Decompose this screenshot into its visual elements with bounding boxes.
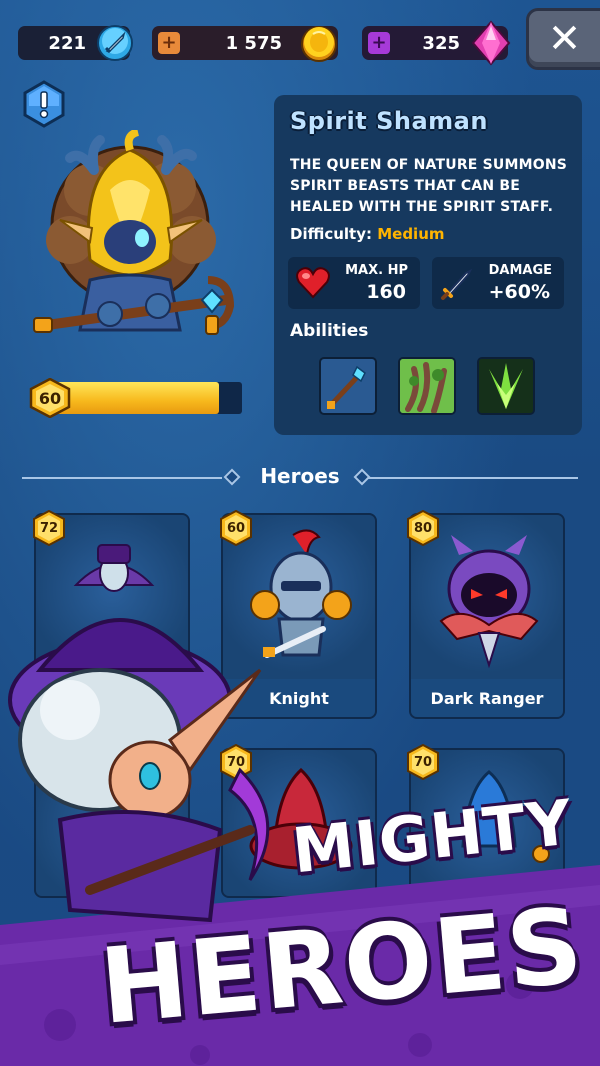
heroes-title: Heroes: [260, 464, 340, 488]
spirit-shaman-portrait: [33, 130, 235, 335]
abilities-label: Abilities: [290, 321, 369, 341]
gold-value: 1 575: [225, 32, 282, 54]
difficulty-value: Medium: [377, 225, 445, 243]
xp-progress-bar: 60: [28, 377, 242, 419]
card-level: 70: [413, 754, 433, 770]
heart-icon: [296, 267, 330, 299]
card-level: 60: [226, 520, 246, 536]
hero-description: The queen of nature summons spirit beast…: [290, 157, 568, 215]
vine-roots-icon: [400, 359, 454, 413]
ability-vine-roots[interactable]: [398, 357, 456, 415]
hero-detail-panel: Spirit Shaman The queen of nature summon…: [274, 95, 582, 435]
stat-value: 160: [366, 281, 406, 303]
close-icon: ✕: [547, 16, 582, 62]
hero-name: Spirit Shaman: [290, 107, 488, 135]
add-gold-button[interactable]: +: [158, 32, 180, 54]
gold-counter[interactable]: + 1 575: [152, 26, 338, 62]
card-level-badge: 60: [219, 509, 253, 547]
level-badge: 60: [28, 377, 72, 419]
ability-spirit-staff[interactable]: [319, 357, 377, 415]
stat-damage: DAMAGE +60%: [432, 257, 564, 309]
close-button[interactable]: ✕: [526, 8, 600, 70]
diamond-icon: [471, 20, 511, 66]
add-premium-button[interactable]: +: [368, 32, 390, 54]
spirit-staff-icon: [327, 365, 366, 409]
divider: [368, 477, 578, 479]
sword-gem-icon: [97, 25, 133, 61]
gems-value: 221: [48, 32, 86, 54]
premium-value: 325: [422, 32, 460, 54]
stat-label: MAX. HP: [345, 263, 408, 278]
coin-icon: [301, 26, 337, 62]
hero-level: 60: [38, 388, 62, 408]
card-level-badge: 72: [32, 509, 66, 547]
difficulty-label: Difficulty:: [290, 225, 372, 243]
ability-spirit-burst[interactable]: [477, 357, 535, 415]
info-icon[interactable]: [22, 80, 66, 128]
xp-fill: [50, 382, 219, 414]
card-level-badge: 70: [406, 743, 440, 781]
stat-label: DAMAGE: [488, 263, 552, 278]
stat-value: +60%: [488, 281, 550, 303]
card-level: 80: [413, 520, 433, 536]
premium-counter[interactable]: + 325: [362, 20, 511, 66]
hero-card-name: Dark Ranger: [411, 679, 563, 717]
spirit-burst-icon: [479, 359, 533, 413]
elf-hero-artwork: [8, 618, 270, 923]
difficulty-row: Difficulty: Medium: [290, 225, 445, 243]
card-level: 72: [39, 520, 59, 536]
stat-max-hp: MAX. HP 160: [288, 257, 420, 309]
sword-icon: [441, 268, 473, 300]
heroes-section-header: Heroes: [22, 462, 578, 492]
card-level-badge: 80: [406, 509, 440, 547]
gems-counter[interactable]: 221: [18, 25, 133, 61]
